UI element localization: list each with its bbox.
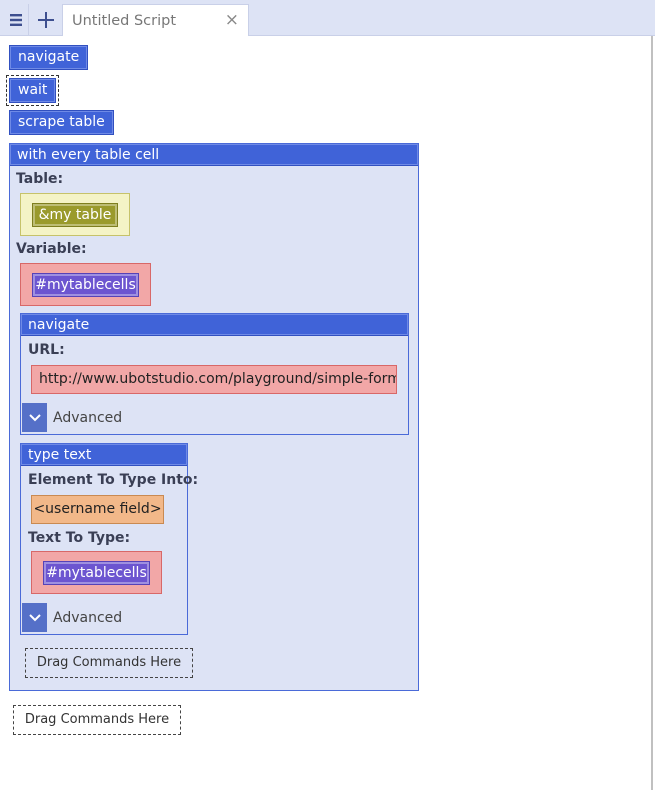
element-label: Element To Type Into: [28, 472, 199, 488]
navigate-advanced-toggle[interactable] [22, 403, 47, 432]
table-label: Table: [16, 171, 64, 187]
type-text-advanced-toggle[interactable] [22, 603, 47, 632]
table-slot[interactable]: &my table [20, 193, 130, 236]
navigate-command[interactable]: navigate [9, 45, 89, 70]
type-text-advanced-label[interactable]: Advanced [53, 610, 122, 626]
new-tab-button[interactable] [33, 4, 59, 35]
close-icon[interactable]: × [225, 10, 239, 30]
text-to-type-slot[interactable]: #mytablecells [31, 551, 162, 594]
hamburger-icon [9, 13, 22, 26]
menu-button[interactable] [3, 4, 29, 35]
text-to-type-chip[interactable]: #mytablecells [43, 561, 150, 585]
type-text-header[interactable]: type text [21, 444, 187, 466]
url-label: URL: [28, 342, 65, 358]
scrollbar-edge [651, 36, 653, 790]
root-drop-zone[interactable]: Drag Commands Here [13, 705, 181, 735]
url-input[interactable]: http://www.ubotstudio.com/playground/sim… [31, 365, 397, 394]
tab-untitled-script[interactable]: Untitled Script × [62, 4, 249, 36]
table-chip[interactable]: &my table [32, 203, 118, 227]
block-header[interactable]: with every table cell [10, 144, 418, 166]
chevron-down-icon [28, 413, 41, 421]
loop-drop-zone[interactable]: Drag Commands Here [25, 648, 193, 678]
element-chip[interactable]: <username field> [31, 495, 164, 524]
navigate-advanced-label[interactable]: Advanced [53, 410, 122, 426]
tab-title: Untitled Script [72, 12, 177, 29]
chevron-down-icon [28, 613, 41, 621]
tab-bar: Untitled Script × [0, 0, 655, 36]
scrape-table-command[interactable]: scrape table [9, 110, 114, 135]
variable-label: Variable: [16, 241, 87, 257]
text-to-type-label: Text To Type: [28, 530, 131, 546]
plus-icon [38, 11, 54, 28]
wait-command[interactable]: wait [5, 75, 60, 106]
variable-slot[interactable]: #mytablecells [20, 263, 151, 306]
variable-chip[interactable]: #mytablecells [32, 273, 139, 297]
nested-navigate-header[interactable]: navigate [21, 314, 408, 336]
